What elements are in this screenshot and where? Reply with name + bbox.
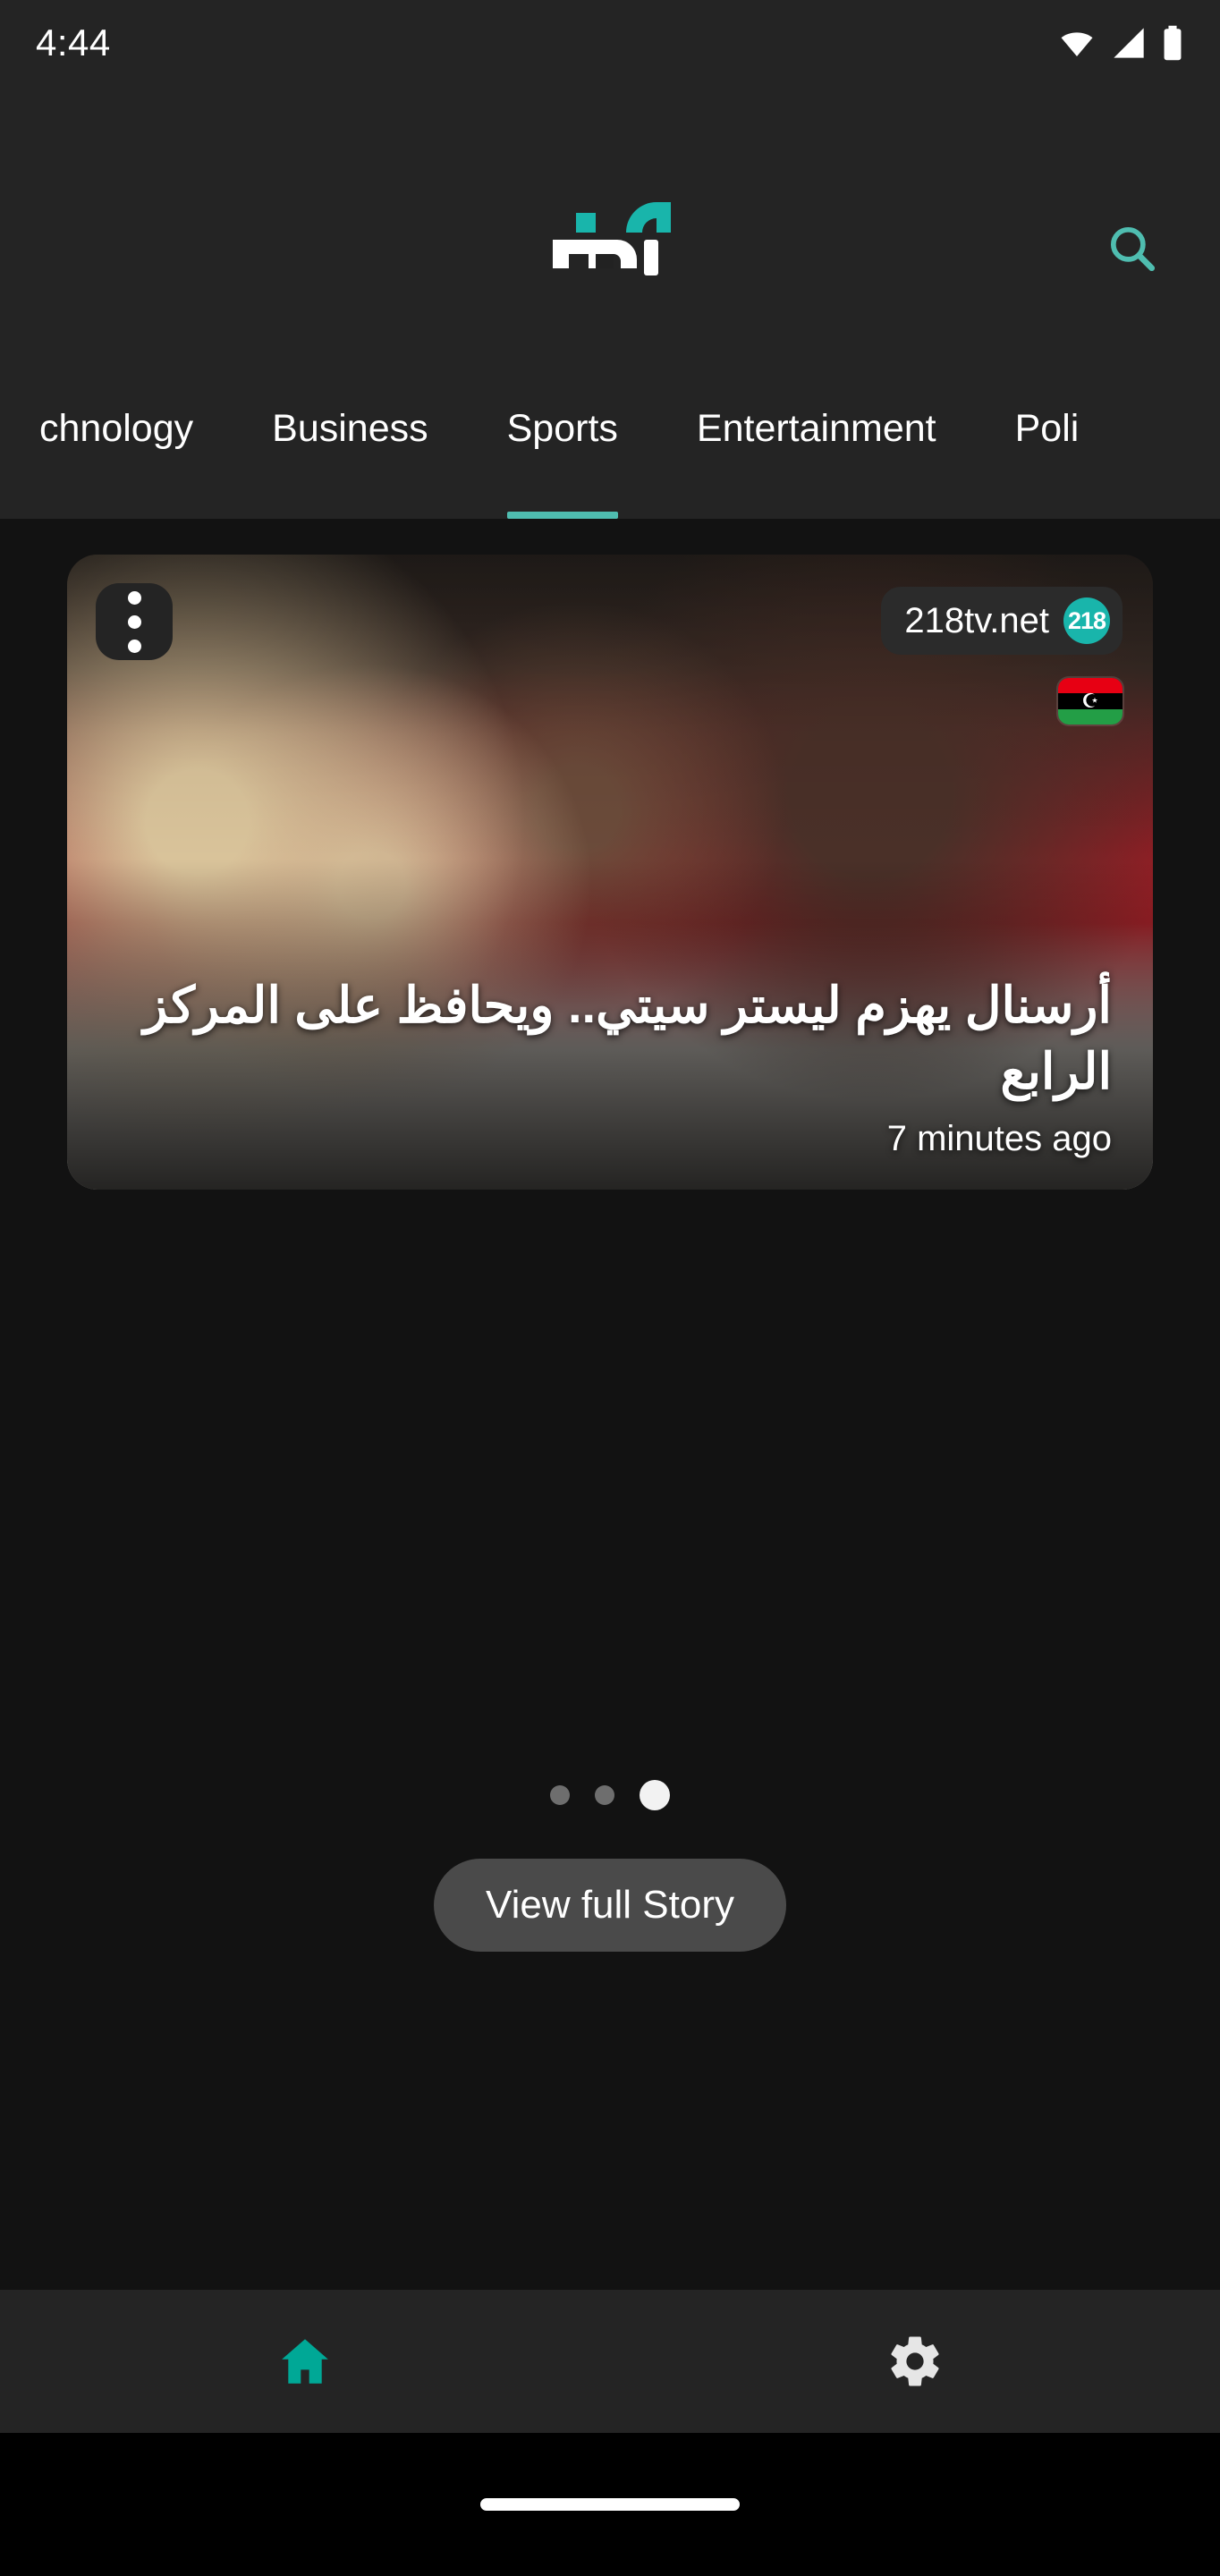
libya-flag-icon: ☪ <box>1058 678 1123 724</box>
card-text-block: أرسنال يهزم ليستر سيتي.. ويحافظ على المر… <box>108 972 1112 1159</box>
masr-logo[interactable] <box>530 191 690 290</box>
more-vertical-icon[interactable] <box>96 583 173 660</box>
status-time: 4:44 <box>36 21 111 64</box>
pagination-dot-active[interactable] <box>640 1780 670 1810</box>
news-card[interactable]: 218tv.net 218 ☪ أرسنال يهزم ليستر سيتي..… <box>67 555 1153 1190</box>
nav-item-home[interactable] <box>0 2290 610 2433</box>
masr-logo-icon <box>553 202 671 275</box>
tab-politics[interactable]: Poli <box>976 381 1119 519</box>
pagination-dot[interactable] <box>550 1785 570 1805</box>
tab-label: Poli <box>1014 407 1080 450</box>
tab-label: Entertainment <box>696 407 936 450</box>
carousel-pagination[interactable] <box>0 1780 1220 1810</box>
218tv-logo-icon: 218 <box>1063 597 1110 644</box>
source-name: 218tv.net <box>904 600 1049 640</box>
source-chip[interactable]: 218tv.net 218 <box>881 587 1123 655</box>
bottom-navigation[interactable] <box>0 2290 1220 2433</box>
gear-icon <box>891 2336 939 2386</box>
tab-business[interactable]: Business <box>233 381 467 519</box>
home-icon <box>282 2339 328 2384</box>
wifi-icon <box>1061 32 1093 56</box>
tab-label: Business <box>272 407 428 450</box>
gesture-nav-area <box>0 2433 1220 2576</box>
category-tabs[interactable]: chnology Business Sports Entertainment P… <box>0 381 1220 519</box>
tab-entertainment[interactable]: Entertainment <box>657 381 976 519</box>
card-headline: أرسنال يهزم ليستر سيتي.. ويحافظ على المر… <box>143 977 1112 1100</box>
tab-label: chnology <box>39 407 194 450</box>
gesture-home-bar[interactable] <box>480 2498 740 2511</box>
tab-active-underline <box>506 512 618 519</box>
card-timestamp: 7 minutes ago <box>886 1119 1112 1158</box>
view-full-story-button[interactable]: View full Story <box>434 1859 786 1952</box>
tab-sports[interactable]: Sports <box>468 381 657 519</box>
battery-icon <box>1164 25 1182 61</box>
pagination-dot[interactable] <box>595 1785 614 1805</box>
tab-label: Sports <box>506 407 618 450</box>
status-bar: 4:44 <box>0 0 1220 86</box>
search-icon <box>1110 226 1156 272</box>
search-button[interactable] <box>1091 208 1173 290</box>
app-screen: 4:44 chnology Business Sports Entertainm… <box>0 0 1220 2576</box>
cellular-signal-icon <box>1114 28 1144 58</box>
tab-technology[interactable]: chnology <box>0 381 233 519</box>
nav-item-settings[interactable] <box>610 2290 1220 2433</box>
app-header: chnology Business Sports Entertainment P… <box>0 86 1220 519</box>
status-icons <box>1057 24 1184 62</box>
news-feed: 218tv.net 218 ☪ أرسنال يهزم ليستر سيتي..… <box>0 519 1220 2352</box>
